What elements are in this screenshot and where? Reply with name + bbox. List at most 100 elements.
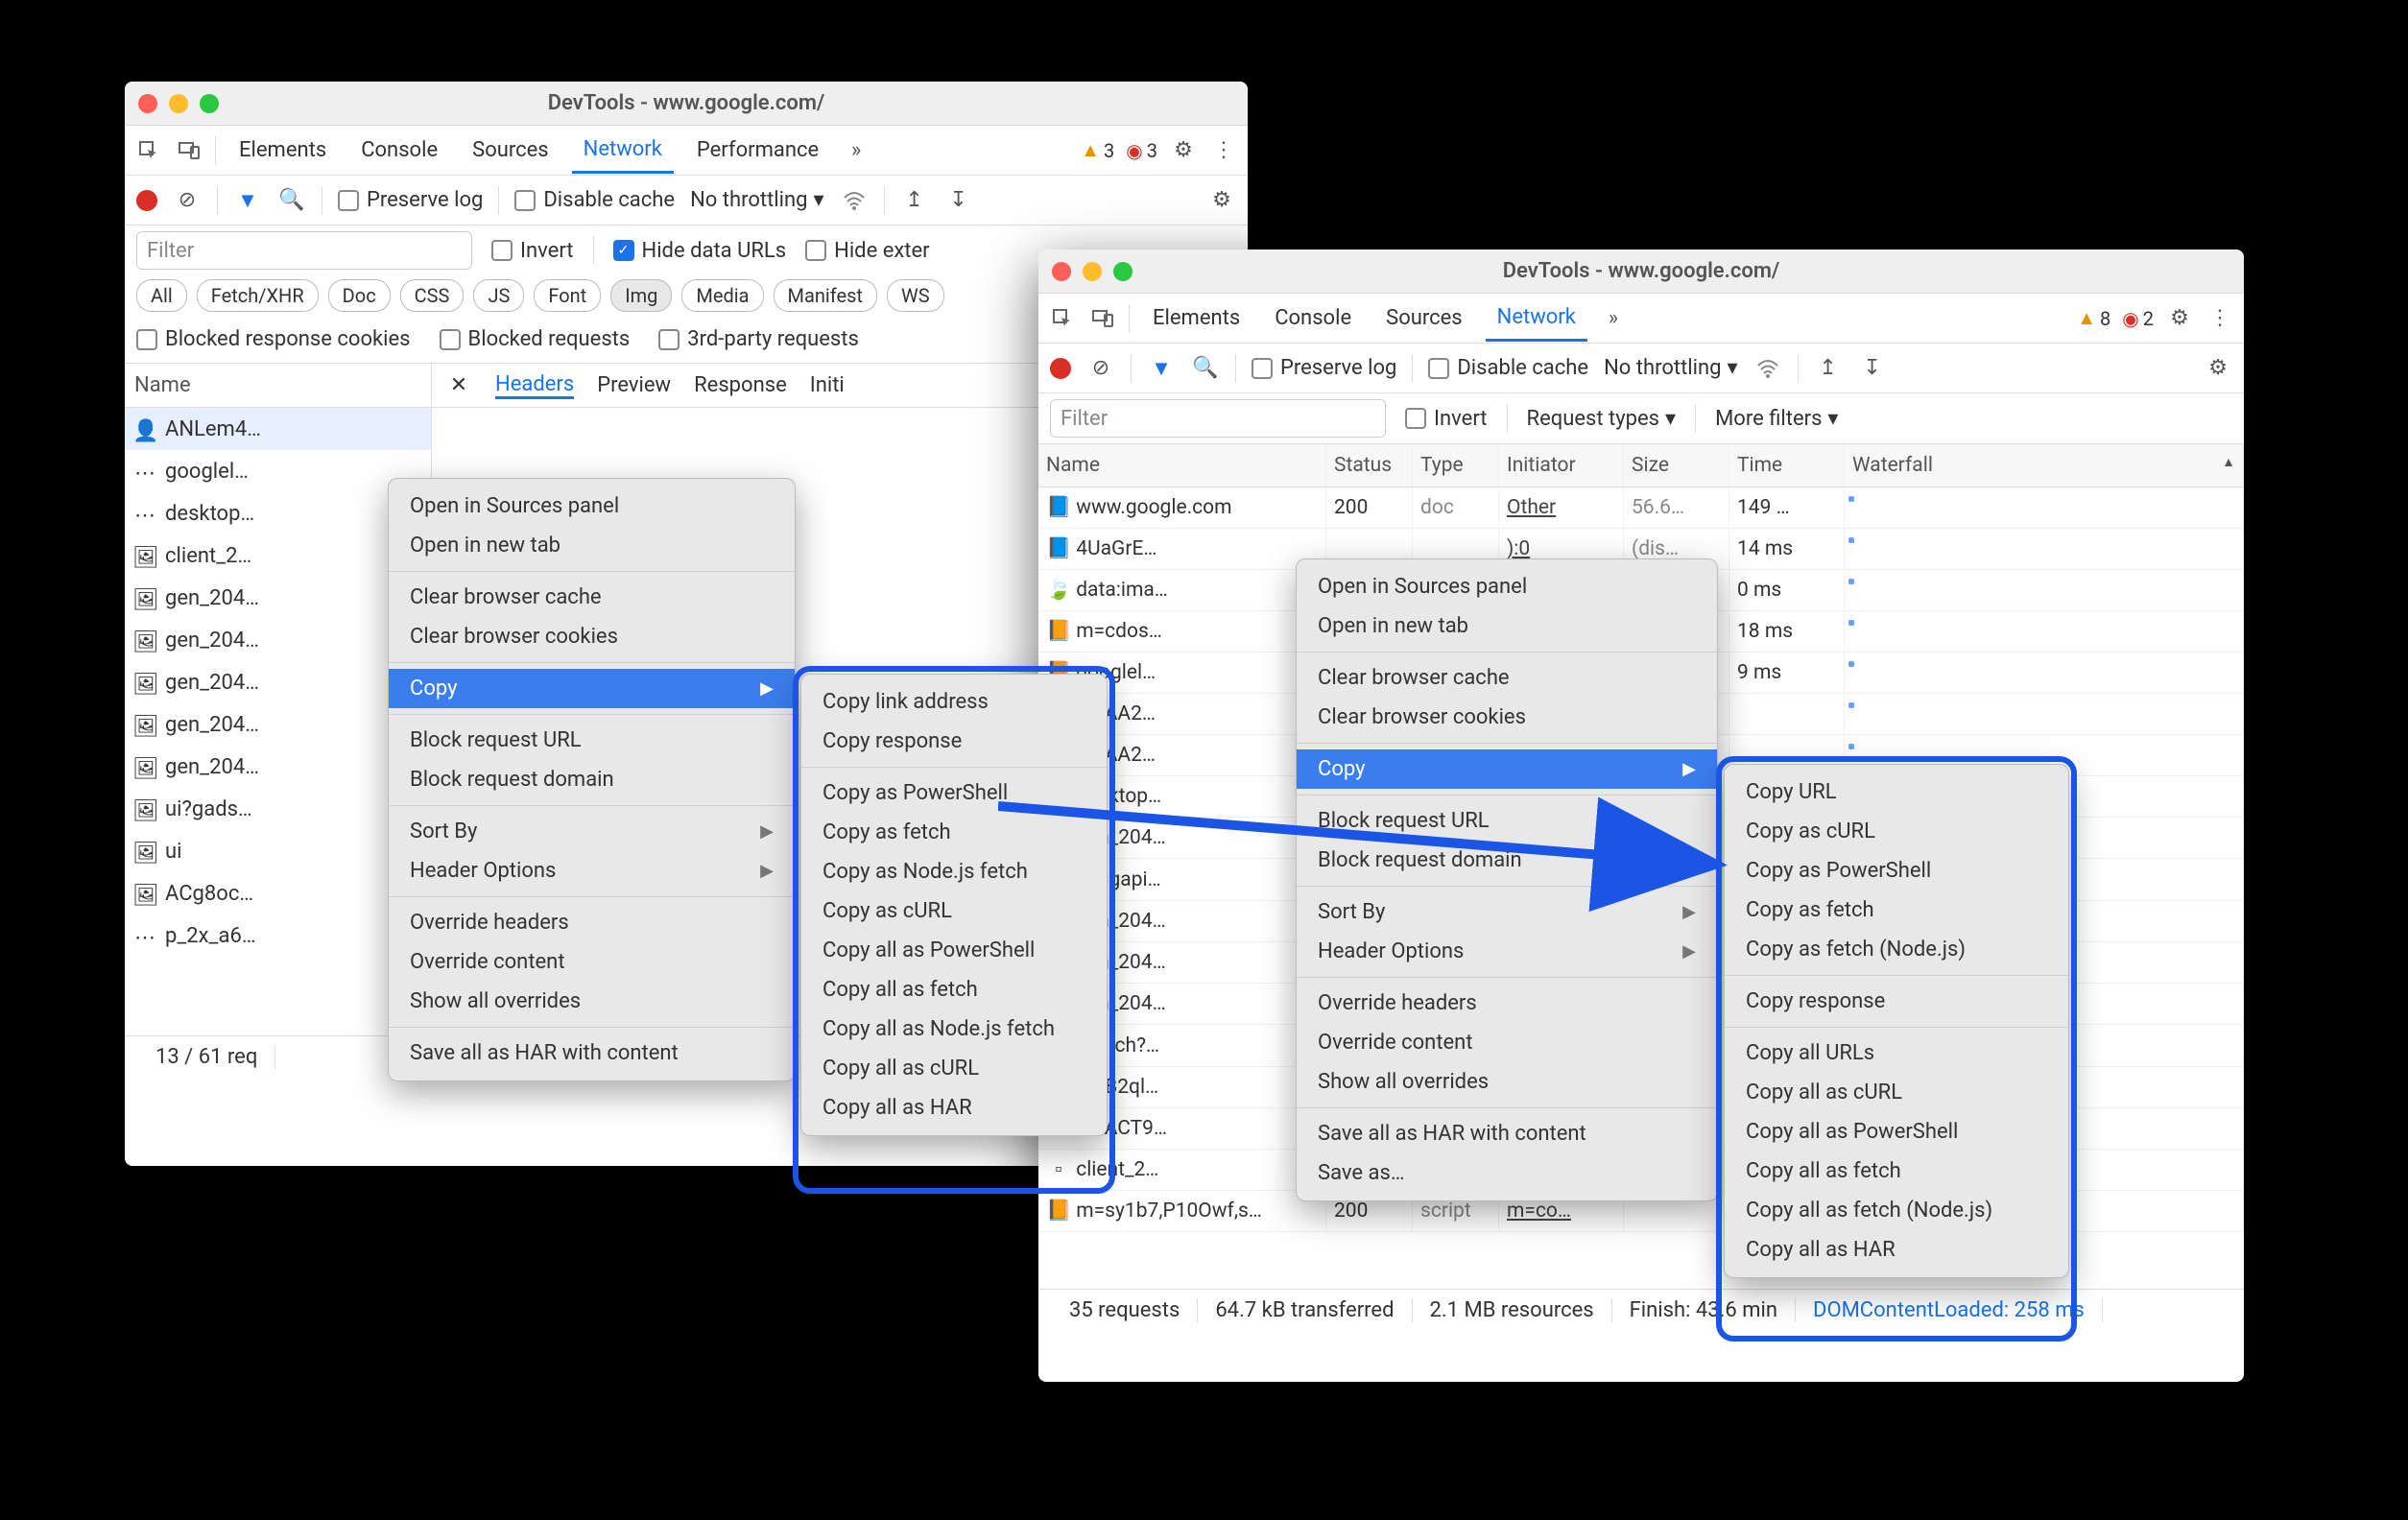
cell-name[interactable]: 📘 4UaGrE… [1038,529,1326,570]
chip-js[interactable]: JS [473,279,524,312]
invert-checkbox[interactable]: Invert [491,239,574,263]
device-icon[interactable] [175,136,203,165]
subtab-response[interactable]: Response [694,373,787,397]
tab-network[interactable]: Network [1486,296,1587,342]
request-row[interactable]: ⋯p_2x_a6… [125,914,431,957]
menu-override-headers[interactable]: Override headers [389,903,795,942]
column-header[interactable]: Time [1729,444,1845,487]
menu-block-url[interactable]: Block request URL [389,721,795,760]
clear-icon[interactable]: ⊘ [173,186,202,215]
request-row[interactable]: 👤ANLem4… [125,408,431,450]
menu-save-har[interactable]: Save all as HAR with content [389,1033,795,1073]
tab-performance[interactable]: Performance [685,129,830,172]
gear-icon[interactable]: ⚙ [2165,304,2194,333]
errors-badge[interactable]: ◉2 [2122,307,2154,330]
menu-override-content[interactable]: Override content [1297,1023,1717,1062]
request-row[interactable]: 🖼gen_204… [125,661,431,703]
disable-cache-checkbox[interactable]: Disable cache [1428,356,1588,380]
filter-icon[interactable]: ▼ [1147,354,1176,383]
tab-sources[interactable]: Sources [1374,297,1474,340]
menu-override-headers[interactable]: Override headers [1297,984,1717,1023]
minimize-icon[interactable] [169,94,188,113]
more-filters-dropdown[interactable]: More filters ▾ [1715,407,1838,431]
titlebar[interactable]: DevTools - www.google.com/ [1038,249,2244,294]
column-header[interactable]: Size [1624,444,1729,487]
tab-network[interactable]: Network [572,128,674,174]
menu-sort-by[interactable]: Sort By▶ [389,812,795,851]
menu-header-options[interactable]: Header Options▶ [389,851,795,891]
request-row[interactable]: 🖼ACg8oc… [125,872,431,914]
tab-elements[interactable]: Elements [1141,297,1252,340]
subtab-preview[interactable]: Preview [597,373,671,397]
throttling-dropdown[interactable]: No throttling▾ [690,188,823,212]
request-types-dropdown[interactable]: Request types ▾ [1527,407,1677,431]
request-row[interactable]: 🖼gen_204… [125,746,431,788]
context-menu-right[interactable]: Open in Sources panel Open in new tab Cl… [1296,558,1718,1201]
cell-name[interactable]: 📘 www.google.com [1038,487,1326,529]
menu-clear-cookies[interactable]: Clear browser cookies [1297,698,1717,737]
column-header[interactable]: Status [1326,444,1413,487]
menu-clear-cache[interactable]: Clear browser cache [389,578,795,617]
request-row[interactable]: 🖼client_2… [125,534,431,577]
menu-copy[interactable]: Copy▶ [1297,749,1717,789]
request-row[interactable]: 🖼gen_204… [125,619,431,661]
tab-elements[interactable]: Elements [227,129,338,172]
chip-font[interactable]: Font [534,279,601,312]
chip-doc[interactable]: Doc [328,279,391,312]
request-row[interactable]: 🖼ui [125,830,431,872]
zoom-icon[interactable] [1113,262,1132,281]
request-row[interactable]: 🖼gen_204… [125,577,431,619]
chip-manifest[interactable]: Manifest [774,279,877,312]
chip-ws[interactable]: WS [887,279,944,312]
preserve-log-checkbox[interactable]: Preserve log [1252,356,1396,380]
filter-input[interactable]: Filter [1050,399,1386,438]
menu-save-har[interactable]: Save all as HAR with content [1297,1114,1717,1153]
errors-badge[interactable]: ◉3 [1126,139,1157,162]
chip-img[interactable]: Img [610,279,672,312]
menu-copy[interactable]: Copy▶ [389,669,795,708]
menu-open-new-tab[interactable]: Open in new tab [1297,606,1717,646]
menu-clear-cache[interactable]: Clear browser cache [1297,658,1717,698]
close-icon[interactable]: ✕ [445,373,472,397]
column-name-header[interactable]: Name [125,364,431,408]
chip-fetch-xhr[interactable]: Fetch/XHR [197,279,319,312]
request-row[interactable]: 🖼gen_204… [125,703,431,746]
more-tabs-icon[interactable]: » [1599,304,1628,333]
record-icon[interactable] [136,190,157,211]
blocked-requests-checkbox[interactable]: Blocked requests [440,327,631,351]
tab-console[interactable]: Console [349,129,449,172]
cell-name[interactable]: 🍃 data:ima… [1038,570,1326,611]
more-tabs-icon[interactable]: » [842,136,870,165]
invert-checkbox[interactable]: Invert [1405,407,1488,431]
context-menu-left[interactable]: Open in Sources panel Open in new tab Cl… [388,478,796,1081]
blocked-cookies-checkbox[interactable]: Blocked response cookies [136,327,411,351]
menu-show-overrides[interactable]: Show all overrides [1297,1062,1717,1102]
disable-cache-checkbox[interactable]: Disable cache [514,188,675,212]
close-icon[interactable] [138,94,157,113]
menu-open-new-tab[interactable]: Open in new tab [389,526,795,565]
menu-show-overrides[interactable]: Show all overrides [389,982,795,1021]
menu-open-sources[interactable]: Open in Sources panel [1297,567,1717,606]
tab-console[interactable]: Console [1263,297,1363,340]
kebab-icon[interactable]: ⋮ [2205,304,2234,333]
hide-data-urls-checkbox[interactable]: ✓Hide data URLs [613,239,787,263]
wifi-icon[interactable] [1753,354,1782,383]
throttling-dropdown[interactable]: No throttling▾ [1604,356,1737,380]
record-icon[interactable] [1050,358,1071,379]
menu-sort-by[interactable]: Sort By▶ [1297,892,1717,932]
hide-ext-checkbox[interactable]: Hide exter [805,239,929,263]
cell-name[interactable]: 📙 m=sy1b7,P10Owf,s… [1038,1191,1326,1232]
chip-all[interactable]: All [136,279,187,312]
column-header[interactable]: Waterfall▲ [1845,444,2244,487]
gear-icon[interactable]: ⚙ [1169,136,1198,165]
warnings-badge[interactable]: ▲3 [1081,138,1114,162]
upload-icon[interactable]: ↥ [900,186,929,215]
subtab-initiator[interactable]: Initi [810,373,845,397]
wifi-icon[interactable] [840,186,869,215]
upload-icon[interactable]: ↥ [1814,354,1843,383]
titlebar[interactable]: DevTools - www.google.com/ [125,82,1248,126]
download-icon[interactable]: ↧ [1858,354,1887,383]
filter-icon[interactable]: ▼ [233,186,262,215]
menu-save-as[interactable]: Save as… [1297,1153,1717,1193]
download-icon[interactable]: ↧ [944,186,973,215]
